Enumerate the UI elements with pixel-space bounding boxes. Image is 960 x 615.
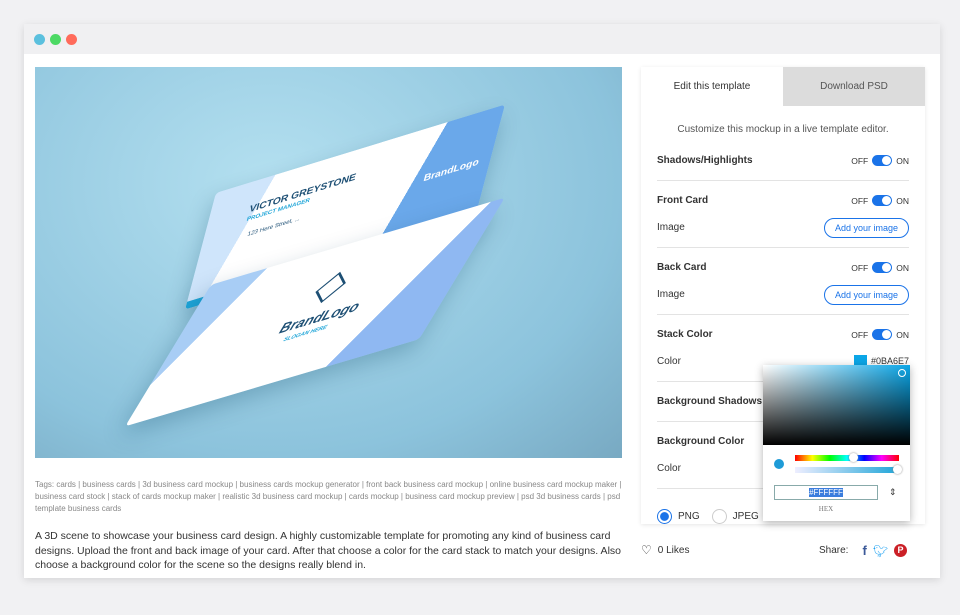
- toggle-switch[interactable]: [872, 155, 893, 166]
- stack-color-field-label: Color: [657, 356, 681, 367]
- png-label: PNG: [678, 511, 700, 522]
- background-color-label: Background Color: [657, 436, 745, 447]
- on-label: ON: [896, 155, 909, 166]
- tags-text: Tags: cards | business cards | 3d busine…: [35, 480, 622, 513]
- toggle-switch[interactable]: [872, 195, 893, 206]
- off-label: OFF: [851, 262, 869, 273]
- window-dot-1[interactable]: [34, 33, 45, 45]
- back-card-label: Back Card: [657, 262, 707, 273]
- alpha-handle[interactable]: [893, 465, 902, 474]
- heart-icon[interactable]: ♡: [641, 543, 652, 557]
- hue-handle[interactable]: [849, 453, 858, 462]
- hex-value: #FFFFFF: [809, 488, 843, 497]
- off-label: OFF: [851, 155, 869, 166]
- color-picker-popup: #FFFFFF ⇕ HEX: [763, 365, 910, 521]
- hex-input[interactable]: #FFFFFF: [774, 485, 878, 500]
- likes[interactable]: ♡ 0 Likes: [641, 543, 689, 557]
- description: A 3D scene to showcase your business car…: [35, 530, 621, 571]
- mode-toggle-icon[interactable]: ⇕: [889, 487, 897, 498]
- panel-subtitle: Customize this mockup in a live template…: [677, 124, 889, 135]
- off-label: OFF: [851, 329, 869, 340]
- shadows-toggle[interactable]: OFF ON: [851, 155, 909, 166]
- off-label: OFF: [851, 195, 869, 206]
- likes-count: 0 Likes: [657, 544, 690, 556]
- color-preview: [774, 459, 784, 469]
- tab-edit-template[interactable]: Edit this template: [641, 67, 783, 106]
- facebook-icon[interactable]: f: [862, 543, 866, 558]
- background-shadows-label: Background Shadows: [657, 396, 763, 407]
- saturation-area[interactable]: [763, 365, 910, 445]
- stack-color-label: Stack Color: [657, 329, 713, 340]
- hex-mode-label: HEX: [818, 505, 834, 513]
- on-label: ON: [896, 195, 909, 206]
- twitter-icon[interactable]: 🐦︎: [873, 544, 888, 558]
- mockup-preview: VICTOR GREYSTONE PROJECT MANAGER 123 Her…: [35, 67, 622, 458]
- stack-color-toggle[interactable]: OFF ON: [851, 329, 909, 340]
- png-radio[interactable]: [657, 509, 672, 524]
- jpeg-label: JPEG: [732, 511, 759, 522]
- window-dot-3[interactable]: [66, 33, 77, 45]
- window-dot-2[interactable]: [50, 33, 61, 45]
- alpha-slider[interactable]: [795, 465, 902, 474]
- tab-download-psd[interactable]: Download PSD: [783, 67, 925, 106]
- pinterest-icon[interactable]: P: [894, 544, 908, 557]
- share-label: Share:: [819, 545, 849, 556]
- logo-diamond-icon: [315, 271, 346, 304]
- back-card-toggle[interactable]: OFF ON: [851, 262, 909, 273]
- background-color-field-label: Color: [657, 463, 681, 474]
- title-bar: [24, 24, 940, 54]
- toggle-switch[interactable]: [872, 262, 893, 273]
- hue-slider[interactable]: [795, 453, 899, 462]
- front-card-toggle[interactable]: OFF ON: [851, 195, 909, 206]
- back-image-label: Image: [657, 289, 685, 300]
- shadows-label: Shadows/Highlights: [657, 155, 753, 166]
- card-name: VICTOR GREYSTONE: [247, 172, 358, 216]
- front-image-label: Image: [657, 222, 685, 233]
- back-add-image-button[interactable]: Add your image: [823, 284, 909, 305]
- front-card-label: Front Card: [657, 195, 709, 206]
- jpeg-radio[interactable]: [711, 509, 727, 524]
- front-add-image-button[interactable]: Add your image: [823, 217, 909, 238]
- on-label: ON: [896, 262, 909, 273]
- toggle-switch[interactable]: [872, 329, 893, 340]
- on-label: ON: [896, 329, 909, 340]
- saturation-handle[interactable]: [898, 369, 906, 377]
- back-brand: BrandLogo: [422, 156, 481, 185]
